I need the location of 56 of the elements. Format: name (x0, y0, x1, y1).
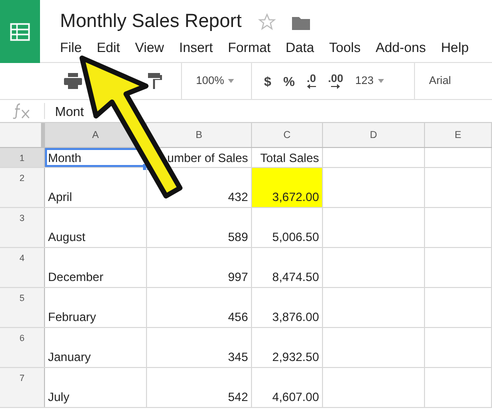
row-header[interactable]: 2 (0, 168, 45, 207)
menu-item[interactable]: File (60, 40, 82, 55)
column-header[interactable]: C (252, 123, 323, 147)
table-cell: July (45, 368, 147, 407)
caret-icon (228, 79, 234, 83)
row-header[interactable]: 6 (0, 328, 45, 367)
menu-item[interactable]: Format (228, 40, 271, 55)
table-cell: 542 (147, 368, 252, 407)
column-header[interactable]: E (425, 123, 492, 147)
row-header[interactable]: 4 (0, 248, 45, 287)
document-title[interactable]: Monthly Sales Report (60, 11, 242, 33)
table-cell: December (45, 248, 147, 287)
table-cell: 4,607.00 (252, 368, 323, 407)
menu-item[interactable]: Help (440, 40, 469, 55)
menu-item[interactable]: Insert (179, 40, 213, 55)
menu-item[interactable]: Tools (329, 40, 361, 55)
currency-button[interactable]: $ (264, 74, 272, 88)
table-cell: January (45, 328, 147, 367)
folder-icon[interactable] (292, 14, 310, 30)
table-cell: 997 (147, 248, 252, 287)
table-cell: April (45, 168, 147, 207)
increase-decimals-button[interactable]: .00 (328, 74, 344, 88)
app-logo[interactable] (0, 0, 40, 63)
number-format-dropdown[interactable]: 123 (355, 75, 384, 87)
formula-input[interactable]: Mont (45, 104, 84, 118)
print-icon[interactable] (64, 73, 82, 89)
table-cell: 589 (147, 208, 252, 247)
row-header[interactable]: 1 (0, 148, 45, 167)
table-cell: 2,932.50 (252, 328, 323, 367)
table-cell: 345 (147, 328, 252, 367)
row-header[interactable]: 3 (0, 208, 45, 247)
zoom-dropdown[interactable]: 100% (196, 75, 234, 87)
menu-item[interactable]: Edit (96, 40, 120, 55)
table-cell: 3,672.00 (252, 168, 323, 207)
caret-icon (378, 79, 384, 83)
table-cell: 456 (147, 288, 252, 327)
font-dropdown[interactable]: Arial (429, 75, 452, 87)
star-icon[interactable] (258, 13, 276, 31)
right-arrow-icon (331, 84, 340, 88)
paint-format-icon[interactable] (148, 73, 162, 89)
menu-item[interactable]: View (135, 40, 164, 55)
percent-button[interactable]: % (283, 74, 295, 88)
left-arrow-icon (306, 84, 316, 88)
table-cell: August (45, 208, 147, 247)
row-header[interactable]: 7 (0, 368, 45, 407)
menu-item[interactable]: Data (286, 40, 314, 55)
table-cell: 5,006.50 (252, 208, 323, 247)
row-header[interactable]: 5 (0, 288, 45, 327)
sheet-grid-icon (10, 22, 30, 40)
table-cell: February (45, 288, 147, 327)
decrease-decimals-button[interactable]: .0 (306, 74, 316, 88)
table-cell: 3,876.00 (252, 288, 323, 327)
table-cell: Total Sales (252, 148, 323, 167)
table-cell: 8,474.50 (252, 248, 323, 287)
column-header[interactable]: D (323, 123, 425, 147)
menu-item[interactable]: Add-ons (376, 40, 426, 55)
